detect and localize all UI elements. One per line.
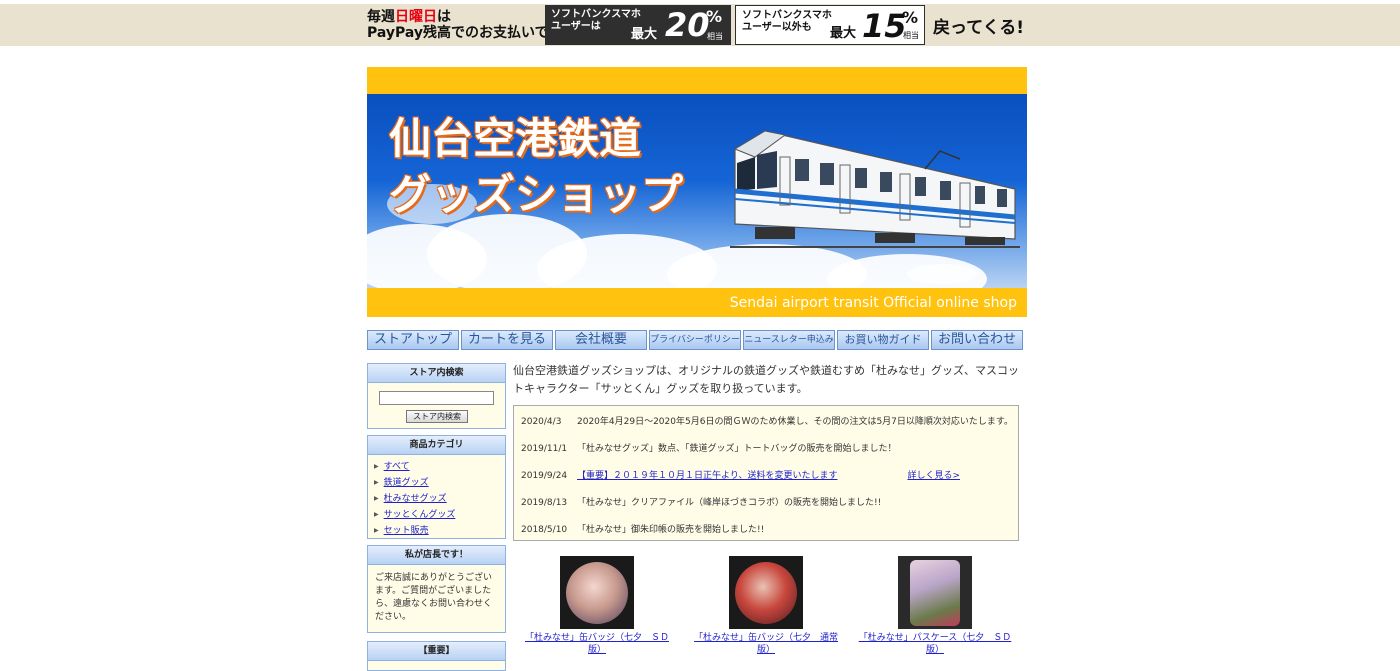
category-list: ▶ すべて ▶ 鉄道グッズ ▶ 杜みなせグッズ ▶ サッとくんグッズ ▶ セット販売 xyxy=(368,455,505,539)
store-search-box: ストア内検索 ストア内検索 xyxy=(367,363,506,429)
news-date: 2018/5/10 xyxy=(521,525,568,535)
promo-box1-value: 20 xyxy=(665,6,710,44)
header-footer-text: Sendai airport transit Official online s… xyxy=(729,295,1017,311)
product-image[interactable] xyxy=(729,556,803,629)
shop-title-line2: グッズショップ xyxy=(389,170,684,219)
category-link-set[interactable]: セット販売 xyxy=(384,526,429,536)
news-text: 「杜みなせ」クリアファイル（峰岸ほづきコラボ）の販売を開始しました!! xyxy=(577,498,882,508)
news-box: 2020/4/3 2020年4月29日～2020年5月6日の間ＧＷのため休業し、そ… xyxy=(513,405,1019,541)
promo-box2-line2: ユーザー以外も xyxy=(742,22,812,33)
important-box: 【重要】 xyxy=(367,641,506,671)
category-item: ▶ 鉄道グッズ xyxy=(374,478,429,488)
product-name-link[interactable]: 「杜みなせ」缶バッジ（七夕 通常 版） xyxy=(686,632,846,656)
news-row: 2019/8/13 「杜みなせ」クリアファイル（峰岸ほづきコラボ）の販売を開始しま… xyxy=(521,495,881,508)
category-item: ▶ 杜みなせグッズ xyxy=(374,494,447,504)
owner-message: ご来店誠にありがとうございます。ご質問がございましたら、遠慮なくお問い合わせくだ… xyxy=(375,573,493,622)
news-row: 2020/4/3 2020年4月29日～2020年5月6日の間ＧＷのため休業し、そ… xyxy=(521,414,1013,427)
promo-weekly: 毎週 xyxy=(367,9,395,25)
category-item: ▶ すべて xyxy=(374,462,410,472)
owner-title: 私が店長です！ xyxy=(368,546,505,565)
news-date: 2019/9/24 xyxy=(521,471,568,481)
news-text: 「杜みなせグッズ」数点、「鉄道グッズ」トートバッグの販売を開始しました！ xyxy=(577,444,897,454)
train-illustration xyxy=(730,130,1020,248)
category-item: ▶ サッとくんグッズ xyxy=(374,510,456,520)
nav-shopping-guide[interactable]: お買い物ガイド xyxy=(837,330,929,350)
news-row: 2019/9/24 【重要】２０１９年１０月１日正午より、送料を変更いたします 詳し… xyxy=(521,468,960,481)
promo-box2-line1: ソフトバンクスマホ xyxy=(742,10,832,21)
category-link-minase[interactable]: 杜みなせグッズ xyxy=(384,494,447,504)
product-name-link[interactable]: 「杜みなせ」パスケース（七夕 ＳＤ 版） xyxy=(855,632,1015,656)
promo-box2-sub: 相当 xyxy=(903,31,919,40)
news-text: 「杜みなせ」御朱印帳の販売を開始しました!! xyxy=(577,525,765,535)
news-row: 2019/11/1 「杜みなせグッズ」数点、「鉄道グッズ」トートバッグの販売を開始… xyxy=(521,441,897,454)
news-date: 2019/8/13 xyxy=(521,498,568,508)
news-date: 2020/4/3 xyxy=(521,417,562,427)
nav-contact[interactable]: お問い合わせ xyxy=(931,330,1023,350)
store-search-button[interactable]: ストア内検索 xyxy=(406,410,468,423)
product-image[interactable] xyxy=(898,556,972,629)
promo-box-other: ソフトバンクスマホ ユーザー以外も 最大 15 % 相当 xyxy=(735,5,925,45)
promo-box-softbank: ソフトバンクスマホ ユーザーは 最大 20 % 相当 xyxy=(545,5,731,45)
store-nav: ストアトップ カートを見る 会社概要 プライバシーポリシー ニュースレター申込み… xyxy=(367,330,1027,350)
promo-box1-sub: 相当 xyxy=(707,32,723,41)
promo-paypay-line: PayPay残高でのお支払いで xyxy=(367,25,549,41)
promo-right-text: 戻ってくる! xyxy=(933,18,1025,38)
news-row: 2018/5/10 「杜みなせ」御朱印帳の販売を開始しました!! xyxy=(521,522,764,535)
news-more-link[interactable]: 詳しく見る> xyxy=(907,471,960,481)
owner-box: 私が店長です！ ご来店誠にありがとうございます。ご質問がございましたら、遠慮なく… xyxy=(367,545,506,633)
promo-box1-max: 最大 xyxy=(631,27,658,42)
shop-intro-text: 仙台空港鉄道グッズショップは、オリジナルの鉄道グッズや鉄道むすめ「杜みなせ」グッ… xyxy=(513,364,1019,395)
news-text: 2020年4月29日～2020年5月6日の間ＧＷのため休業し、その間の注文は5月… xyxy=(577,417,1013,427)
nav-company-info[interactable]: 会社概要 xyxy=(555,330,647,350)
store-search-input[interactable] xyxy=(379,391,494,405)
shop-title: 仙台空港鉄道 グッズショップ xyxy=(389,111,683,223)
store-search-title: ストア内検索 xyxy=(368,364,505,383)
paypay-promo-banner[interactable]: 毎週日曜日は PayPay残高でのお支払いで ソフトバンクスマホ ユーザーは 最大… xyxy=(0,4,1400,46)
promo-left-text: 毎週日曜日は PayPay残高でのお支払いで xyxy=(367,9,549,41)
product-name-link[interactable]: 「杜みなせ」缶バッジ（七夕 ＳＤ 版） xyxy=(517,632,677,656)
promo-box1-line1: ソフトバンクスマホ xyxy=(551,9,641,20)
promo-box2-value: 15 xyxy=(862,7,907,45)
important-title: 【重要】 xyxy=(368,642,505,661)
product-card[interactable]: 「杜みなせ」缶バッジ（七夕 通常 版） xyxy=(686,556,846,656)
promo-wa: は xyxy=(437,9,451,25)
promo-box2-pct: % xyxy=(902,8,919,27)
promo-box2-max: 最大 xyxy=(830,26,857,41)
category-title: 商品カテゴリ xyxy=(368,436,505,455)
nav-privacy-policy[interactable]: プライバシーポリシー xyxy=(649,330,741,350)
nav-newsletter[interactable]: ニュースレター申込み xyxy=(743,330,835,350)
category-link-all[interactable]: すべて xyxy=(384,462,410,472)
promo-box1-pct: % xyxy=(706,7,723,26)
nav-store-top[interactable]: ストアトップ xyxy=(367,330,459,350)
shop-title-line1: 仙台空港鉄道 xyxy=(389,114,642,163)
nav-view-cart[interactable]: カートを見る xyxy=(461,330,553,350)
product-image[interactable] xyxy=(560,556,634,629)
product-card[interactable]: 「杜みなせ」パスケース（七夕 ＳＤ 版） xyxy=(855,556,1015,656)
promo-box1-line2: ユーザーは xyxy=(551,21,601,32)
news-date: 2019/11/1 xyxy=(521,444,568,454)
news-important-link[interactable]: 【重要】２０１９年１０月１日正午より、送料を変更いたします xyxy=(577,471,837,481)
promo-sunday: 日曜日 xyxy=(395,9,437,25)
product-card[interactable]: 「杜みなせ」缶バッジ（七夕 ＳＤ 版） xyxy=(517,556,677,656)
category-link-sattokun[interactable]: サッとくんグッズ xyxy=(384,510,456,520)
category-item: ▶ セット販売 xyxy=(374,526,429,536)
category-link-railway[interactable]: 鉄道グッズ xyxy=(384,478,429,488)
shop-header-banner[interactable]: 仙台空港鉄道 グッズショップ Sendai airport transit Of… xyxy=(367,67,1027,317)
category-box: 商品カテゴリ ▶ すべて ▶ 鉄道グッズ ▶ 杜みなせグッズ ▶ サッとくんグッズ ▶ セ… xyxy=(367,435,506,539)
